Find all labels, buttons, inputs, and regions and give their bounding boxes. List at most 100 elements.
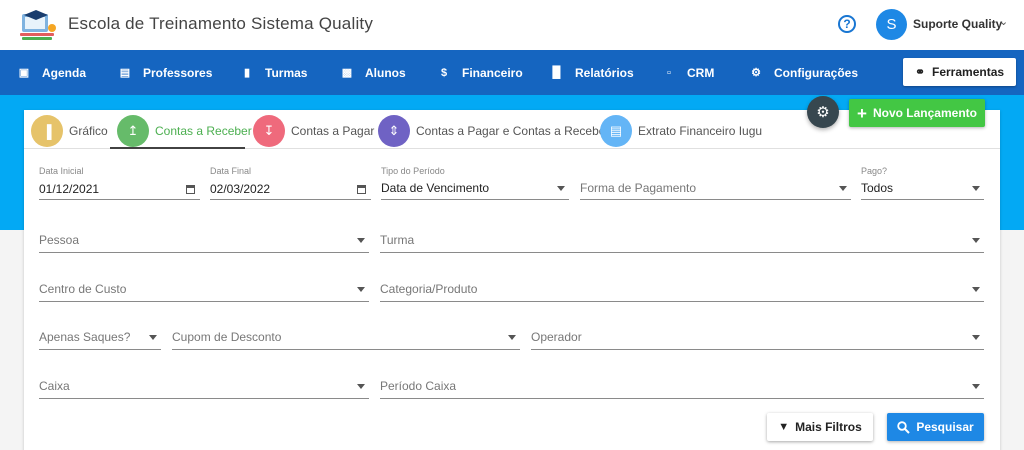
end-date-value: 02/03/2022	[210, 182, 271, 196]
calendar-icon: ▣	[18, 67, 30, 79]
nav-item-professores[interactable]: ▤ Professores	[119, 50, 213, 95]
nav-item-financeiro[interactable]: $ Financeiro	[438, 50, 523, 95]
discount-coupon-select[interactable]: Cupom de Desconto	[172, 322, 520, 350]
dollar-icon: $	[440, 66, 448, 79]
chevron-down-icon[interactable]: ⌄	[999, 15, 1008, 28]
caret-down-icon	[357, 384, 365, 389]
settings-gear-button[interactable]: ⚙	[807, 96, 839, 128]
tools-button[interactable]: ⚭ Ferramentas	[903, 58, 1016, 86]
calendar-icon[interactable]	[186, 185, 195, 194]
category-select[interactable]: Categoria/Produto	[380, 274, 984, 302]
caret-down-icon	[972, 384, 980, 389]
nav-item-label: CRM	[687, 65, 715, 80]
cash-register-placeholder: Caixa	[39, 379, 70, 393]
person-select[interactable]: Pessoa	[39, 225, 369, 253]
cash-period-placeholder: Período Caixa	[380, 379, 457, 393]
caret-down-icon	[839, 186, 847, 191]
chat-icon: ▫	[667, 66, 671, 79]
search-button[interactable]: Pesquisar	[887, 413, 984, 441]
filter-icon: ▼	[778, 421, 790, 433]
tab-label: Gráfico	[69, 124, 108, 138]
tab-label: Contas a Pagar e Contas a Receber	[416, 124, 610, 138]
tab-contas-pagar-receber[interactable]: ⇕ Contas a Pagar e Contas a Receber	[378, 115, 609, 147]
start-date-value: 01/12/2021	[39, 182, 100, 196]
cash-period-select[interactable]: Período Caixa	[380, 371, 984, 399]
tab-contas-a-pagar[interactable]: ↧ Contas a Pagar	[253, 115, 374, 147]
tab-extrato-iugu[interactable]: ▤ Extrato Financeiro Iugu	[600, 115, 762, 147]
paid-select[interactable]: Pago? Todos	[861, 166, 984, 200]
chart-icon: ▐	[31, 115, 63, 147]
person-placeholder: Pessoa	[39, 233, 80, 247]
new-entry-button[interactable]: + Novo Lançamento	[849, 99, 985, 127]
withdrawals-only-select[interactable]: Apenas Saques?	[39, 322, 161, 350]
period-type-label: Tipo do Período	[381, 166, 445, 176]
class-select[interactable]: Turma	[380, 225, 984, 253]
link-icon: ⚭	[914, 65, 925, 79]
nav-item-crm[interactable]: ▫ CRM	[663, 50, 714, 95]
caret-down-icon	[357, 238, 365, 243]
nav-item-label: Turmas	[265, 65, 308, 80]
discount-coupon-placeholder: Cupom de Desconto	[172, 330, 282, 344]
more-filters-button[interactable]: ▼ Mais Filtros	[767, 413, 873, 441]
calendar-icon[interactable]	[357, 185, 366, 194]
tab-label: Contas a Receber	[155, 124, 252, 138]
payment-method-placeholder: Forma de Pagamento	[580, 181, 697, 195]
caret-down-icon	[508, 335, 516, 340]
app-title: Escola de Treinamento Sistema Quality	[68, 14, 374, 33]
nav-item-label: Professores	[143, 65, 213, 80]
withdrawals-only-placeholder: Apenas Saques?	[39, 330, 131, 344]
start-date-label: Data Inicial	[39, 166, 84, 176]
tab-grafico[interactable]: ▐ Gráfico	[31, 115, 108, 147]
paid-value: Todos	[861, 181, 894, 195]
caret-down-icon	[972, 186, 980, 191]
id-card-icon: ▤	[119, 67, 131, 79]
user-name[interactable]: Suporte Quality	[913, 17, 1002, 31]
nav-item-turmas[interactable]: ▮ Turmas	[241, 50, 308, 95]
caret-down-icon	[972, 238, 980, 243]
avatar[interactable]: S	[876, 9, 907, 40]
cost-center-placeholder: Centro de Custo	[39, 282, 127, 296]
tab-contas-a-receber[interactable]: ↥ Contas a Receber	[117, 115, 252, 147]
nav-item-configuracoes[interactable]: ⚙ Configurações	[750, 50, 858, 95]
caret-down-icon	[972, 335, 980, 340]
top-header: Escola de Treinamento Sistema Quality ? …	[0, 0, 1024, 50]
nav-item-label: Relatórios	[575, 65, 634, 80]
more-filters-label: Mais Filtros	[795, 420, 862, 434]
main-nav: ▣ Agenda ▤ Professores ▮ Turmas ▩ Alunos…	[0, 50, 1024, 95]
nav-item-label: Configurações	[774, 65, 859, 80]
class-placeholder: Turma	[380, 233, 415, 247]
school-logo-icon[interactable]	[18, 8, 58, 42]
start-date-field[interactable]: Data Inicial 01/12/2021	[39, 166, 200, 200]
period-type-select[interactable]: Tipo do Período Data de Vencimento	[381, 166, 569, 200]
active-tab-indicator	[110, 147, 245, 149]
nav-item-label: Financeiro	[462, 65, 523, 80]
paid-label: Pago?	[861, 166, 888, 176]
caret-down-icon	[972, 287, 980, 292]
tools-button-label: Ferramentas	[932, 65, 1005, 79]
category-placeholder: Categoria/Produto	[380, 282, 478, 296]
cash-register-select[interactable]: Caixa	[39, 371, 369, 399]
download-icon: ↧	[253, 115, 285, 147]
caret-down-icon	[149, 335, 157, 340]
contact-card-icon: ▩	[341, 67, 353, 79]
caret-down-icon	[557, 186, 565, 191]
caret-down-icon	[357, 287, 365, 292]
nav-item-relatorios[interactable]: ▉ Relatórios	[551, 50, 634, 95]
vertical-split-icon: ⇕	[378, 115, 410, 147]
gear-icon: ⚙	[816, 104, 830, 121]
search-icon	[897, 420, 911, 434]
operator-select[interactable]: Operador	[531, 322, 984, 350]
period-type-value: Data de Vencimento	[381, 181, 490, 195]
book-icon: ▮	[243, 67, 251, 79]
help-icon[interactable]: ?	[838, 15, 856, 33]
new-entry-label: Novo Lançamento	[872, 106, 977, 120]
end-date-field[interactable]: Data Final 02/03/2022	[210, 166, 371, 200]
plus-icon: +	[857, 103, 867, 123]
search-label: Pesquisar	[916, 420, 974, 434]
payment-method-select[interactable]: Forma de Pagamento	[580, 166, 851, 200]
nav-item-label: Agenda	[42, 65, 87, 80]
cost-center-select[interactable]: Centro de Custo	[39, 274, 369, 302]
nav-item-alunos[interactable]: ▩ Alunos	[341, 50, 406, 95]
nav-item-agenda[interactable]: ▣ Agenda	[18, 50, 86, 95]
tab-label: Contas a Pagar	[291, 124, 375, 138]
